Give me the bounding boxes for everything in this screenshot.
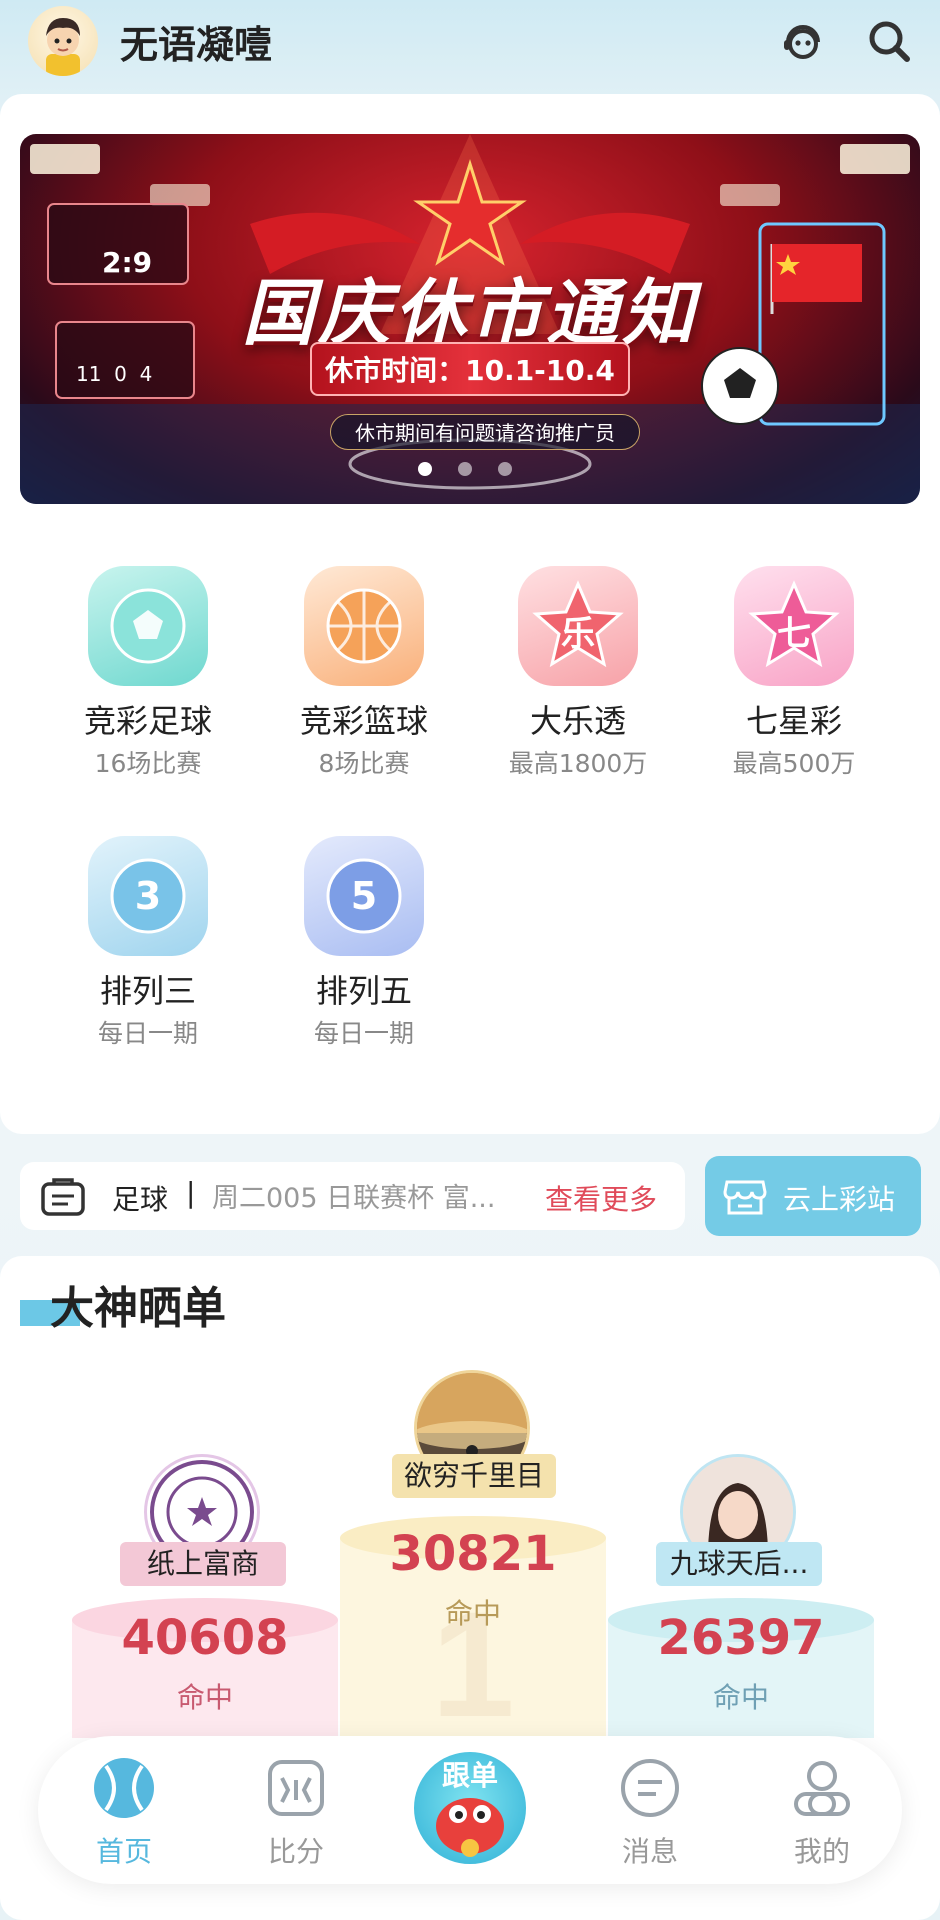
follow-button[interactable]: 跟单 <box>410 1748 530 1868</box>
cloud-station-button[interactable]: 云上彩站 <box>705 1156 921 1236</box>
tennis-ball-icon <box>92 1756 156 1820</box>
podium-3-hit: 命中 <box>712 1681 769 1714</box>
scoreboard-bottom-text: 11 0 4 <box>76 362 153 386</box>
podium-1-score: 30821 <box>389 1526 557 1582</box>
game-sub: 每日一期 <box>97 1019 198 1048</box>
game-name: 竞彩篮球 <box>299 702 428 740</box>
user-icon <box>790 1756 854 1820</box>
scoreboard-icon <box>264 1756 328 1820</box>
icon-text: 乐 <box>561 614 595 654</box>
game-jclq[interactable]: 竞彩篮球 8场比赛 <box>264 566 464 780</box>
nav-messages[interactable]: 消息 <box>600 1756 700 1870</box>
store-icon <box>723 1176 767 1223</box>
star-qi-icon: 七 <box>734 566 854 686</box>
news-ticker[interactable]: 足球 | 周二005 日联赛杯 富... 查看更多 <box>20 1162 685 1230</box>
game-dlt[interactable]: 乐 大乐透 最高1800万 <box>478 566 678 780</box>
game-name: 大乐透 <box>529 702 626 740</box>
nav-mine[interactable]: 我的 <box>772 1756 872 1870</box>
soccer-ball-icon <box>88 566 208 686</box>
pl3-icon: 3 <box>88 836 208 956</box>
game-jczq[interactable]: 竞彩足球 16场比赛 <box>48 566 248 780</box>
carousel-dot-3[interactable] <box>498 462 512 476</box>
search-icon[interactable] <box>866 18 912 64</box>
icon-text: 七 <box>777 614 811 654</box>
podium-2-hit: 命中 <box>176 1681 233 1714</box>
game-sub: 最高1800万 <box>508 749 648 778</box>
app-header: 无语凝噎 <box>0 0 940 92</box>
icon-text: 5 <box>350 874 378 918</box>
carousel-dot-2[interactable] <box>458 462 472 476</box>
pl5-icon: 5 <box>304 836 424 956</box>
ticker-label: 足球 <box>112 1183 169 1216</box>
star-le-icon: 乐 <box>518 566 638 686</box>
leaderboard-title: 大神晒单 <box>50 1283 226 1334</box>
message-icon <box>618 1756 682 1820</box>
nav-score-label: 比分 <box>267 1835 324 1868</box>
station-label: 云上彩站 <box>783 1183 896 1216</box>
game-name: 排列五 <box>315 972 412 1010</box>
nav-score[interactable]: 比分 <box>246 1756 346 1870</box>
banner-time-text: 休市时间：10.1-10.4 <box>310 342 630 396</box>
ticker-text: 周二005 日联赛杯 富... <box>212 1183 496 1214</box>
nav-home[interactable]: 首页 <box>74 1756 174 1870</box>
promo-banner[interactable]: 2:9 11 0 4 国庆休市通知 休市时间：10.1-10.4 休市期间有问题… <box>20 134 920 504</box>
game-name: 七星彩 <box>745 702 842 740</box>
notice-icon <box>40 1176 86 1222</box>
icon-text: 3 <box>134 874 162 918</box>
app-title: 无语凝噎 <box>120 23 273 67</box>
user-avatar[interactable] <box>28 6 98 76</box>
nav-home-label: 首页 <box>95 1835 152 1868</box>
game-name: 排列三 <box>99 972 196 1010</box>
game-sub: 8场比赛 <box>318 749 410 778</box>
nav-messages-label: 消息 <box>621 1835 678 1868</box>
game-name: 竞彩足球 <box>83 702 212 740</box>
podium-2-name: 纸上富商 <box>120 1542 286 1586</box>
podium-3-name: 九球天后... <box>656 1542 822 1586</box>
podium-1-name: 欲穷千里目 <box>392 1454 556 1498</box>
carousel-dot-1[interactable] <box>418 462 432 476</box>
game-qxc[interactable]: 七 七星彩 最高500万 <box>694 566 894 780</box>
podium-1-hit: 命中 <box>444 1597 501 1630</box>
view-more-link[interactable]: 查看更多 <box>545 1178 657 1218</box>
game-pl3[interactable]: 3 排列三 每日一期 <box>48 836 248 1050</box>
customer-service-icon[interactable] <box>780 18 826 64</box>
basketball-icon <box>304 566 424 686</box>
nav-mine-label: 我的 <box>793 1835 850 1868</box>
carousel-dots <box>418 462 512 476</box>
game-sub: 16场比赛 <box>94 749 202 778</box>
ticker-separator: | <box>186 1176 196 1209</box>
game-pl5[interactable]: 5 排列五 每日一期 <box>264 836 464 1050</box>
banner-note: 休市期间有问题请咨询推广员 <box>330 414 640 450</box>
game-sub: 最高500万 <box>732 749 856 778</box>
podium-3-score: 26397 <box>657 1610 825 1666</box>
follow-label: 跟单 <box>441 1759 498 1792</box>
game-sub: 每日一期 <box>313 1019 414 1048</box>
avatar-image <box>46 18 80 76</box>
podium-2-score: 40608 <box>121 1610 289 1666</box>
